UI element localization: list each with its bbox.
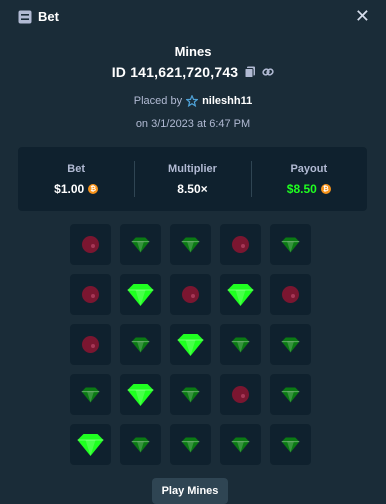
mine-tile[interactable]: [170, 274, 211, 315]
bitcoin-coin-icon: ₿: [320, 184, 331, 194]
mine-tile[interactable]: [120, 424, 161, 465]
mine-tile[interactable]: [170, 374, 211, 415]
gem-icon: [131, 437, 150, 453]
bitcoin-coin-icon: ₿: [88, 184, 99, 194]
link-icon[interactable]: [262, 66, 274, 78]
bet-slip-icon: [18, 10, 32, 24]
mine-icon: [82, 336, 99, 353]
mine-icon: [182, 286, 199, 303]
gem-icon: [231, 437, 250, 453]
gem-revealed-icon: [127, 384, 154, 406]
gem-icon: [131, 237, 150, 253]
gem-icon: [281, 437, 300, 453]
bet-stats-panel: Bet $1.00 ₿ Multiplier 8.50× Payout $8.5…: [18, 147, 367, 211]
mine-tile[interactable]: [270, 424, 311, 465]
mine-tile[interactable]: [170, 324, 211, 365]
gem-icon: [181, 387, 200, 403]
gem-icon: [281, 237, 300, 253]
mine-tile[interactable]: [70, 424, 111, 465]
mine-tile[interactable]: [70, 274, 111, 315]
gem-icon: [231, 337, 250, 353]
gem-icon: [281, 387, 300, 403]
mine-tile[interactable]: [70, 324, 111, 365]
gem-revealed-icon: [77, 434, 104, 456]
mine-tile[interactable]: [220, 424, 261, 465]
bet-id: ID 141,621,720,743: [111, 64, 239, 80]
mine-icon: [232, 236, 249, 253]
mine-tile[interactable]: [270, 274, 311, 315]
mine-tile[interactable]: [70, 224, 111, 265]
mine-tile[interactable]: [220, 324, 261, 365]
gem-icon: [181, 437, 200, 453]
bet-id-row: ID 141,621,720,743: [0, 64, 386, 80]
mine-icon: [82, 286, 99, 303]
copy-icon[interactable]: [244, 66, 256, 78]
bet-label: Bet: [67, 163, 86, 175]
payout-stat: Payout $8.50 ₿: [250, 147, 367, 211]
bet-stat: Bet $1.00 ₿: [18, 147, 134, 211]
modal-header: Bet ✕: [0, 0, 386, 34]
mine-icon: [232, 386, 249, 403]
bet-date: on 3/1/2023 at 6:47 PM: [135, 118, 251, 130]
mine-tile[interactable]: [270, 324, 311, 365]
mine-tile[interactable]: [170, 424, 211, 465]
gem-revealed-icon: [127, 284, 154, 306]
game-name: Mines: [174, 44, 212, 59]
multiplier-stat: Multiplier 8.50×: [134, 147, 250, 211]
close-button[interactable]: ✕: [355, 6, 370, 26]
placed-by-label: Placed by: [133, 95, 183, 107]
bet-amount: $1.00: [54, 182, 85, 196]
modal-title: Bet: [38, 9, 59, 24]
placed-by-row: Placed by nileshh11: [0, 95, 386, 107]
payout-label: Payout: [290, 163, 328, 175]
mine-icon: [282, 286, 299, 303]
mine-tile[interactable]: [70, 374, 111, 415]
gem-icon: [181, 237, 200, 253]
multiplier-value: 8.50×: [177, 182, 208, 196]
vip-star-icon: [186, 95, 199, 107]
mine-tile[interactable]: [120, 224, 161, 265]
mines-board: [70, 224, 311, 465]
gem-icon: [81, 387, 100, 403]
gem-icon: [131, 337, 150, 353]
mine-tile[interactable]: [120, 324, 161, 365]
username-link[interactable]: nileshh11: [202, 95, 252, 107]
mine-tile[interactable]: [220, 274, 261, 315]
gem-revealed-icon: [227, 284, 254, 306]
payout-amount: $8.50: [286, 182, 317, 196]
mine-icon: [82, 236, 99, 253]
mine-tile[interactable]: [120, 274, 161, 315]
mine-tile[interactable]: [220, 374, 261, 415]
mine-tile[interactable]: [170, 224, 211, 265]
mine-tile[interactable]: [270, 374, 311, 415]
gem-icon: [281, 337, 300, 353]
play-mines-button[interactable]: Play Mines: [152, 478, 228, 504]
mine-tile[interactable]: [220, 224, 261, 265]
mine-tile[interactable]: [120, 374, 161, 415]
multiplier-label: Multiplier: [168, 163, 217, 175]
gem-revealed-icon: [177, 334, 204, 356]
mine-tile[interactable]: [270, 224, 311, 265]
